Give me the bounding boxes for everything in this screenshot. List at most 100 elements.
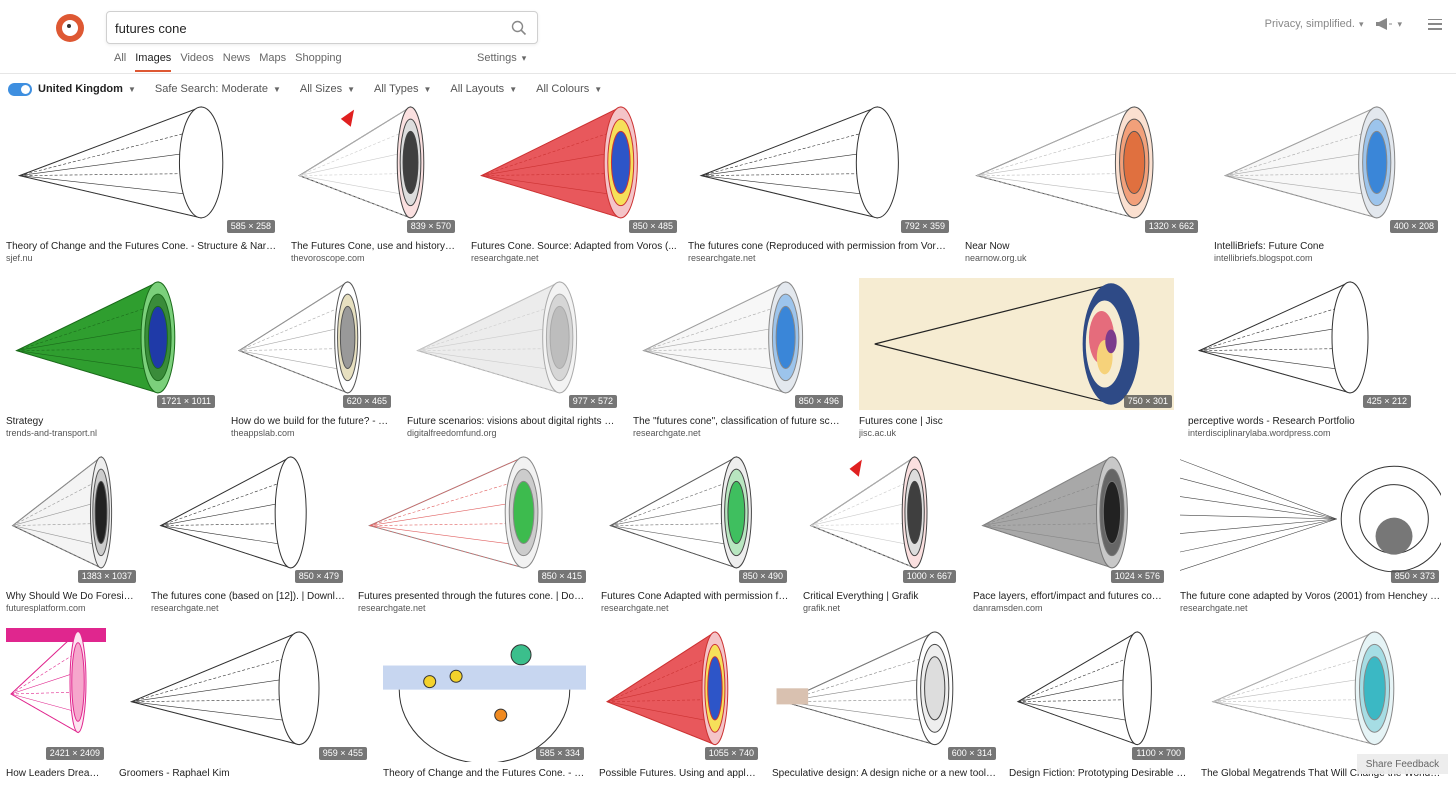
image-result-title[interactable]: Pace layers, effort/impact and futures c…	[973, 591, 1166, 602]
privacy-menu[interactable]: Privacy, simplified. ▾	[1265, 18, 1364, 30]
image-thumbnail[interactable]: 1055 × 740	[599, 628, 760, 762]
search-input[interactable]	[115, 17, 505, 39]
image-result-title[interactable]: IntelliBriefs: Future Cone	[1214, 241, 1440, 252]
image-result[interactable]: 585 × 334 Theory of Change and the Future…	[383, 628, 586, 794]
image-thumbnail[interactable]: 600 × 314	[772, 628, 998, 762]
image-thumbnail[interactable]: 1721 × 1011	[6, 278, 217, 410]
image-thumbnail[interactable]: 850 × 496	[633, 278, 845, 410]
image-result-source[interactable]: futuresplatform.com	[6, 603, 138, 613]
image-result[interactable]: 1721 × 1011 Strategy trends-and-transport.…	[6, 278, 217, 442]
image-thumbnail[interactable]: 585 × 334	[383, 628, 586, 762]
image-result-title[interactable]: Design Fiction: Prototyping Desirable F.…	[1009, 768, 1187, 779]
image-result[interactable]: 850 × 490 Futures Cone Adapted with permi…	[601, 453, 789, 617]
image-result-source[interactable]: intellibriefs.blogspot.com	[1214, 253, 1440, 263]
tab-shopping[interactable]: Shopping	[295, 52, 342, 72]
image-result-source[interactable]: nearnow.org.uk	[965, 253, 1200, 263]
image-result-title[interactable]: The futures cone (based on [12]). | Down…	[151, 591, 345, 602]
image-result-title[interactable]: How Leaders Dream ...	[6, 768, 106, 779]
image-result-title[interactable]: Critical Everything | Grafik	[803, 591, 958, 602]
image-result[interactable]: 425 × 212 perceptive words - Research Por…	[1188, 278, 1413, 442]
region-toggle[interactable]	[8, 82, 32, 96]
image-result-title[interactable]: How do we build for the future? - Th...	[231, 416, 393, 427]
image-result[interactable]: 792 × 359 The futures cone (Reproduced wi…	[688, 103, 951, 267]
image-result-source[interactable]: thevoroscope.com	[291, 253, 457, 263]
image-result[interactable]: 400 × 208 IntelliBriefs: Future Cone intel…	[1214, 103, 1440, 267]
image-result-source[interactable]: researchgate.net	[471, 253, 679, 263]
image-result-source[interactable]: interdisciplinarylaba.wordpress.com	[1188, 428, 1413, 438]
image-result-title[interactable]: Speculative design: A design niche or a …	[772, 768, 998, 779]
image-result[interactable]: 1100 × 700 Design Fiction: Prototyping De…	[1009, 628, 1187, 794]
image-thumbnail[interactable]: 585 × 258	[6, 103, 277, 235]
image-result-source[interactable]: jisc.ac.uk	[859, 428, 1174, 438]
image-thumbnail[interactable]	[1201, 628, 1442, 762]
tab-all[interactable]: All	[114, 52, 126, 72]
region-filter[interactable]: United Kingdom ▼	[38, 83, 136, 95]
image-result-title[interactable]: Futures Cone Adapted with permission fr.…	[601, 591, 789, 602]
tab-maps[interactable]: Maps	[259, 52, 286, 72]
duckduckgo-logo[interactable]	[56, 14, 84, 42]
image-thumbnail[interactable]: 977 × 572	[407, 278, 619, 410]
tab-images[interactable]: Images	[135, 52, 172, 72]
image-thumbnail[interactable]: 959 × 455	[119, 628, 369, 762]
image-result-title[interactable]: Theory of Change and the Futures Cone. -…	[383, 768, 586, 779]
share-feedback-button[interactable]: Share Feedback	[1357, 754, 1448, 774]
image-result-source[interactable]: digitalfreedomfund.org	[407, 428, 619, 438]
colour-filter[interactable]: All Colours ▼	[536, 83, 602, 95]
image-result[interactable]: 585 × 258 Theory of Change and the Future…	[6, 103, 277, 267]
image-result-source[interactable]: researchgate.net	[601, 603, 789, 613]
image-result-title[interactable]: Near Now	[965, 241, 1200, 252]
image-thumbnail[interactable]: 2421 × 2409	[6, 628, 106, 762]
safe-search-filter[interactable]: Safe Search: Moderate ▼	[155, 83, 281, 95]
image-thumbnail[interactable]: 400 × 208	[1214, 103, 1440, 235]
image-result-title[interactable]: Possible Futures. Using and applyi...	[599, 768, 760, 779]
image-result-title[interactable]: Futures cone | Jisc	[859, 416, 1174, 427]
image-result[interactable]: 977 × 572 Future scenarios: visions about…	[407, 278, 619, 442]
image-result[interactable]: 1000 × 667 Critical Everything | Grafik gr…	[803, 453, 958, 617]
image-thumbnail[interactable]: 620 × 465	[231, 278, 393, 410]
image-result-title[interactable]: Strategy	[6, 416, 217, 427]
image-result[interactable]: 1024 × 576 Pace layers, effort/impact and…	[973, 453, 1166, 617]
image-result-source[interactable]: trends-and-transport.nl	[6, 428, 217, 438]
image-result[interactable]: 839 × 570 The Futures Cone, use and histo…	[291, 103, 457, 267]
image-result[interactable]: 1383 × 1037 Why Should We Do Foresight? fu…	[6, 453, 138, 617]
image-result[interactable]: 600 × 314 Speculative design: A design ni…	[772, 628, 998, 794]
image-result[interactable]: 2421 × 2409 How Leaders Dream ...	[6, 628, 106, 794]
size-filter[interactable]: All Sizes ▼	[300, 83, 355, 95]
image-result-source[interactable]: researchgate.net	[358, 603, 588, 613]
image-thumbnail[interactable]: 750 × 301	[859, 278, 1174, 410]
image-result[interactable]: 850 × 485 Futures Cone. Source: Adapted f…	[471, 103, 679, 267]
hamburger-menu-icon[interactable]	[1428, 18, 1442, 30]
image-result[interactable]: 850 × 496 The "futures cone", classificat…	[633, 278, 845, 442]
image-result-source[interactable]: sjef.nu	[6, 253, 277, 263]
image-result-source[interactable]: researchgate.net	[1180, 603, 1441, 613]
image-result-title[interactable]: Futures Cone. Source: Adapted from Voros…	[471, 241, 679, 252]
image-result[interactable]: 850 × 373 The future cone adapted by Voro…	[1180, 453, 1441, 617]
image-result-title[interactable]: The Futures Cone, use and history - ...	[291, 241, 457, 252]
image-result-source[interactable]: grafik.net	[803, 603, 958, 613]
image-result-title[interactable]: The future cone adapted by Voros (2001) …	[1180, 591, 1441, 602]
image-result-title[interactable]: perceptive words - Research Portfolio	[1188, 416, 1413, 427]
type-filter[interactable]: All Types ▼	[374, 83, 431, 95]
image-result-title[interactable]: The "futures cone", classification of fu…	[633, 416, 845, 427]
image-thumbnail[interactable]: 1000 × 667	[803, 453, 958, 585]
image-thumbnail[interactable]: 1320 × 662	[965, 103, 1200, 235]
image-result-title[interactable]: Future scenarios: visions about digital …	[407, 416, 619, 427]
image-thumbnail[interactable]: 1100 × 700	[1009, 628, 1187, 762]
image-thumbnail[interactable]: 850 × 490	[601, 453, 789, 585]
search-box[interactable]	[106, 11, 538, 44]
image-result[interactable]: 620 × 465 How do we build for the future?…	[231, 278, 393, 442]
image-result[interactable]: 750 × 301 Futures cone | Jisc jisc.ac.uk	[859, 278, 1174, 442]
image-thumbnail[interactable]: 850 × 485	[471, 103, 679, 235]
image-thumbnail[interactable]: 1024 × 576	[973, 453, 1166, 585]
tab-news[interactable]: News	[223, 52, 251, 72]
image-thumbnail[interactable]: 850 × 479	[151, 453, 345, 585]
image-thumbnail[interactable]: 425 × 212	[1188, 278, 1413, 410]
image-result[interactable]: 850 × 479 The futures cone (based on [12]…	[151, 453, 345, 617]
image-thumbnail[interactable]: 792 × 359	[688, 103, 951, 235]
layout-filter[interactable]: All Layouts ▼	[450, 83, 517, 95]
image-thumbnail[interactable]: 839 × 570	[291, 103, 457, 235]
image-result-title[interactable]: Futures presented through the futures co…	[358, 591, 588, 602]
image-thumbnail[interactable]: 850 × 415	[358, 453, 588, 585]
image-result-source[interactable]: researchgate.net	[688, 253, 951, 263]
settings-menu[interactable]: Settings ▾	[477, 52, 526, 64]
